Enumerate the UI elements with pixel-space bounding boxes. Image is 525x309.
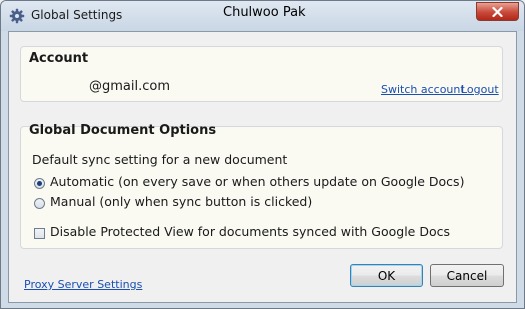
proxy-settings-link[interactable]: Proxy Server Settings: [24, 278, 142, 291]
logout-link[interactable]: Logout: [461, 83, 499, 96]
account-panel: Account @gmail.com Switch account Logout: [20, 46, 503, 102]
manual-radio-label[interactable]: Manual (only when sync button is clicked…: [50, 194, 312, 209]
document-options-panel: Global Document Options Default sync set…: [20, 123, 503, 249]
gear-icon: [9, 8, 25, 24]
account-email: @gmail.com: [89, 79, 171, 94]
title-bar[interactable]: Global Settings Chulwoo Pak: [1, 1, 524, 31]
window-title: Global Settings: [31, 8, 123, 22]
account-heading: Account: [29, 51, 89, 66]
ok-button[interactable]: OK: [350, 264, 423, 287]
manual-radio[interactable]: [34, 198, 45, 209]
close-icon: [492, 6, 503, 17]
disable-protected-view-label[interactable]: Disable Protected View for documents syn…: [50, 224, 450, 239]
document-options-heading: Global Document Options: [29, 123, 217, 138]
switch-account-link[interactable]: Switch account: [381, 83, 465, 96]
automatic-radio-label[interactable]: Automatic (on every save or when others …: [50, 174, 464, 189]
close-button[interactable]: [476, 2, 519, 21]
sync-setting-label: Default sync setting for a new document: [32, 152, 288, 167]
settings-window: Global Settings Chulwoo Pak Account @gma…: [0, 0, 525, 309]
cancel-button[interactable]: Cancel: [430, 264, 504, 287]
dialog-body: Account @gmail.com Switch account Logout…: [8, 31, 517, 303]
automatic-radio[interactable]: [34, 178, 45, 189]
window-user-name: Chulwoo Pak: [223, 5, 306, 20]
disable-protected-view-checkbox[interactable]: [34, 228, 45, 239]
